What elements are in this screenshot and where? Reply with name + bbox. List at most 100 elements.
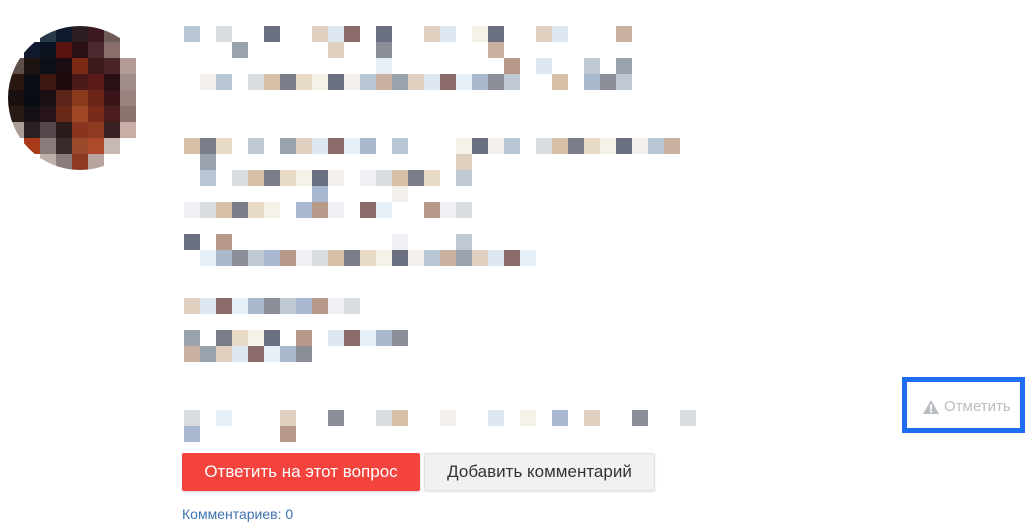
comments-count-value: 0 — [285, 506, 294, 522]
redaction-pixel — [184, 138, 200, 154]
redaction-pixel — [312, 202, 328, 218]
redaction-pixel — [232, 250, 248, 266]
redaction-pixel — [488, 74, 504, 90]
redaction-pixel — [264, 298, 280, 314]
redaction-pixel — [424, 170, 440, 186]
redaction-pixel — [232, 202, 248, 218]
redaction-pixel — [264, 26, 280, 42]
redaction-pixel — [328, 138, 344, 154]
redaction-pixel — [280, 74, 296, 90]
redaction-pixel — [296, 170, 312, 186]
redaction-pixel — [440, 74, 456, 90]
redaction-pixel — [344, 330, 360, 346]
redaction-pixel — [360, 170, 376, 186]
redaction-pixel — [248, 170, 264, 186]
redaction-pixel — [328, 410, 344, 426]
redaction-pixel — [552, 26, 568, 42]
redaction-pixel — [520, 250, 536, 266]
redaction-pixel — [328, 250, 344, 266]
redaction-pixel — [216, 250, 232, 266]
redaction-pixel — [616, 74, 632, 90]
redaction-pixel — [472, 250, 488, 266]
redaction-pixel — [376, 202, 392, 218]
redaction-pixel — [504, 138, 520, 154]
add-comment-button[interactable]: Добавить комментарий — [424, 453, 655, 491]
redaction-pixel — [344, 74, 360, 90]
redaction-pixel — [472, 74, 488, 90]
redaction-pixel — [456, 154, 472, 170]
redaction-pixel — [616, 138, 632, 154]
redaction-pixel — [296, 250, 312, 266]
redaction-pixel — [536, 26, 552, 42]
redaction-pixel — [632, 138, 648, 154]
redaction-pixel — [264, 330, 280, 346]
redaction-pixel — [200, 74, 216, 90]
redaction-pixel — [344, 298, 360, 314]
redaction-pixel — [376, 74, 392, 90]
redaction-pixel — [184, 234, 200, 250]
redaction-pixel — [344, 138, 360, 154]
redaction-pixel — [456, 234, 472, 250]
redaction-pixel — [328, 330, 344, 346]
report-highlight-box: Отметить — [902, 377, 1025, 433]
question-text-redacted — [0, 0, 1035, 450]
redaction-pixel — [312, 298, 328, 314]
redaction-pixel — [392, 74, 408, 90]
redaction-pixel — [504, 250, 520, 266]
redaction-pixel — [472, 26, 488, 42]
warning-triangle-icon — [923, 399, 939, 414]
redaction-pixel — [584, 410, 600, 426]
redaction-pixel — [536, 58, 552, 74]
redaction-pixel — [264, 346, 280, 362]
redaction-pixel — [552, 138, 568, 154]
comments-count-label: Комментариев: — [182, 506, 282, 522]
redaction-pixel — [424, 26, 440, 42]
redaction-pixel — [232, 170, 248, 186]
redaction-pixel — [360, 74, 376, 90]
redaction-pixel — [264, 170, 280, 186]
redaction-pixel — [488, 42, 504, 58]
redaction-pixel — [536, 138, 552, 154]
redaction-pixel — [440, 26, 456, 42]
answer-question-button[interactable]: Ответить на этот вопрос — [182, 453, 420, 491]
redaction-pixel — [280, 426, 296, 442]
redaction-pixel — [216, 138, 232, 154]
redaction-pixel — [200, 250, 216, 266]
redaction-pixel — [184, 330, 200, 346]
redaction-pixel — [184, 298, 200, 314]
redaction-pixel — [216, 74, 232, 90]
redaction-pixel — [232, 42, 248, 58]
redaction-pixel — [312, 250, 328, 266]
redaction-pixel — [488, 138, 504, 154]
redaction-pixel — [280, 170, 296, 186]
redaction-pixel — [552, 74, 568, 90]
redaction-pixel — [584, 138, 600, 154]
redaction-pixel — [296, 74, 312, 90]
redaction-pixel — [328, 202, 344, 218]
redaction-pixel — [200, 346, 216, 362]
redaction-pixel — [344, 250, 360, 266]
redaction-pixel — [408, 170, 424, 186]
redaction-pixel — [600, 74, 616, 90]
redaction-pixel — [296, 138, 312, 154]
redaction-pixel — [248, 250, 264, 266]
redaction-pixel — [504, 74, 520, 90]
redaction-pixel — [616, 26, 632, 42]
redaction-pixel — [440, 202, 456, 218]
redaction-pixel — [648, 138, 664, 154]
report-link[interactable]: Отметить — [922, 398, 1011, 415]
redaction-pixel — [232, 298, 248, 314]
redaction-pixel — [392, 330, 408, 346]
question-card: Отметить Ответить на этот вопрос Добавит… — [0, 0, 1035, 532]
redaction-pixel — [664, 138, 680, 154]
redaction-pixel — [248, 202, 264, 218]
redaction-pixel — [584, 74, 600, 90]
redaction-pixel — [248, 74, 264, 90]
redaction-pixel — [312, 170, 328, 186]
comments-count-link[interactable]: Комментариев: 0 — [182, 506, 293, 522]
redaction-pixel — [616, 58, 632, 74]
redaction-pixel — [360, 202, 376, 218]
redaction-pixel — [312, 138, 328, 154]
redaction-pixel — [216, 410, 232, 426]
redaction-pixel — [408, 250, 424, 266]
